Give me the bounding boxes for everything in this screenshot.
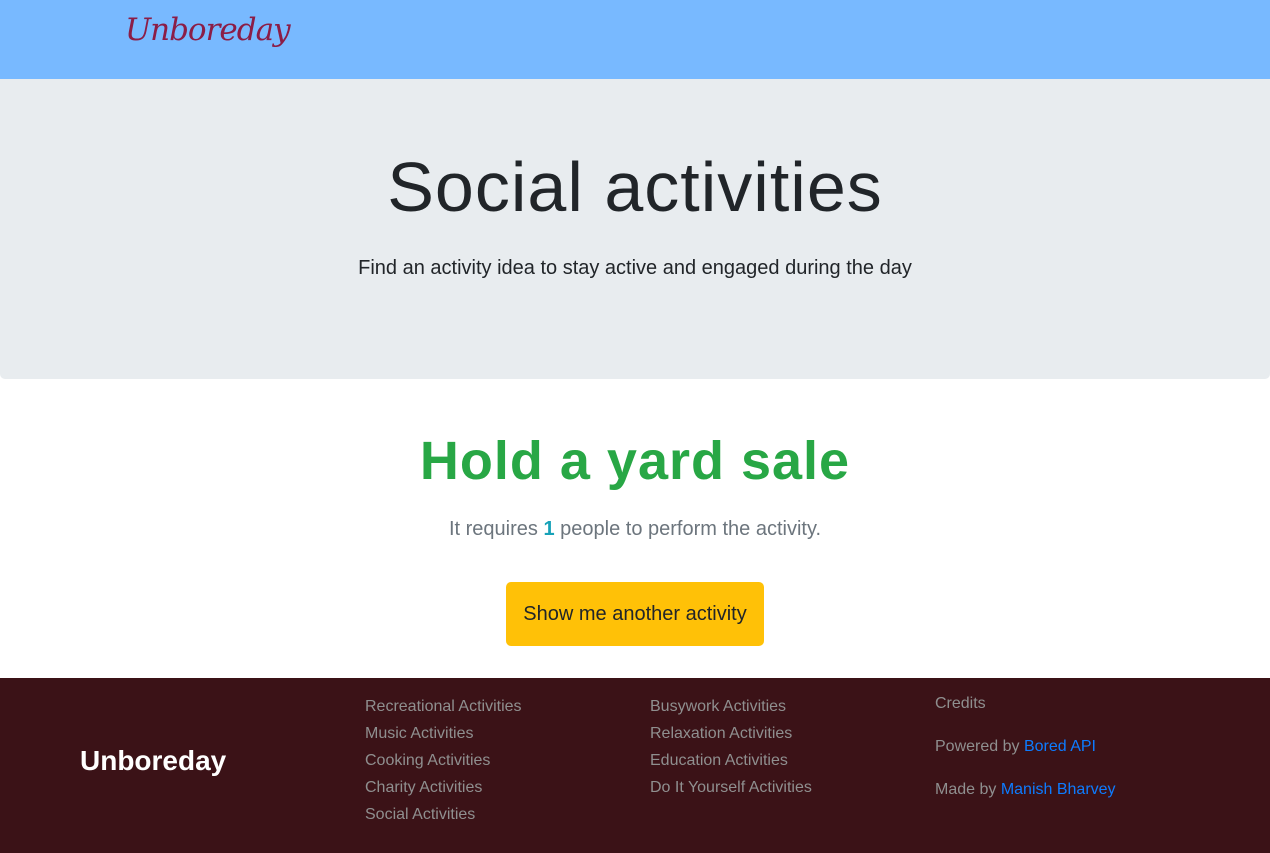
page-title: Social activities: [387, 148, 883, 226]
credits-link[interactable]: Credits: [935, 693, 1116, 715]
footer-column-2: Busywork Activities Relaxation Activitie…: [650, 693, 812, 801]
brand-logo[interactable]: Unboreday: [125, 12, 291, 48]
footer-link-education[interactable]: Education Activities: [650, 747, 812, 774]
page-subtitle: Find an activity idea to stay active and…: [358, 257, 912, 279]
footer-column-1: Recreational Activities Music Activities…: [365, 693, 522, 828]
footer-link-social[interactable]: Social Activities: [365, 801, 522, 828]
participants-info: It requires 1 people to perform the acti…: [0, 518, 1270, 541]
made-by-line: Made by Manish Bharvey: [935, 779, 1116, 822]
show-another-activity-button[interactable]: Show me another activity: [506, 582, 764, 646]
bored-api-link[interactable]: Bored API: [1024, 738, 1096, 755]
hero-banner: Social activities Find an activity idea …: [0, 79, 1270, 379]
participants-count: 1: [543, 518, 555, 540]
requires-suffix: people to perform the activity.: [560, 518, 822, 540]
footer: Unboreday Recreational Activities Music …: [0, 678, 1270, 853]
footer-link-busywork[interactable]: Busywork Activities: [650, 693, 812, 720]
powered-by-label: Powered by: [935, 738, 1020, 755]
footer-brand[interactable]: Unboreday: [80, 745, 226, 777]
footer-link-relaxation[interactable]: Relaxation Activities: [650, 720, 812, 747]
footer-link-recreational[interactable]: Recreational Activities: [365, 693, 522, 720]
activity-title: Hold a yard sale: [419, 431, 851, 491]
footer-link-music[interactable]: Music Activities: [365, 720, 522, 747]
footer-link-charity[interactable]: Charity Activities: [365, 774, 522, 801]
footer-column-3: Credits Powered by Bored API Made by Man…: [935, 693, 1116, 822]
powered-by-line: Powered by Bored API: [935, 736, 1116, 779]
footer-link-cooking[interactable]: Cooking Activities: [365, 747, 522, 774]
author-link[interactable]: Manish Bharvey: [1001, 781, 1116, 798]
navbar: Unboreday: [0, 0, 1270, 79]
requires-prefix: It requires: [448, 518, 538, 540]
footer-link-diy[interactable]: Do It Yourself Activities: [650, 774, 812, 801]
made-by-label: Made by: [935, 781, 997, 798]
